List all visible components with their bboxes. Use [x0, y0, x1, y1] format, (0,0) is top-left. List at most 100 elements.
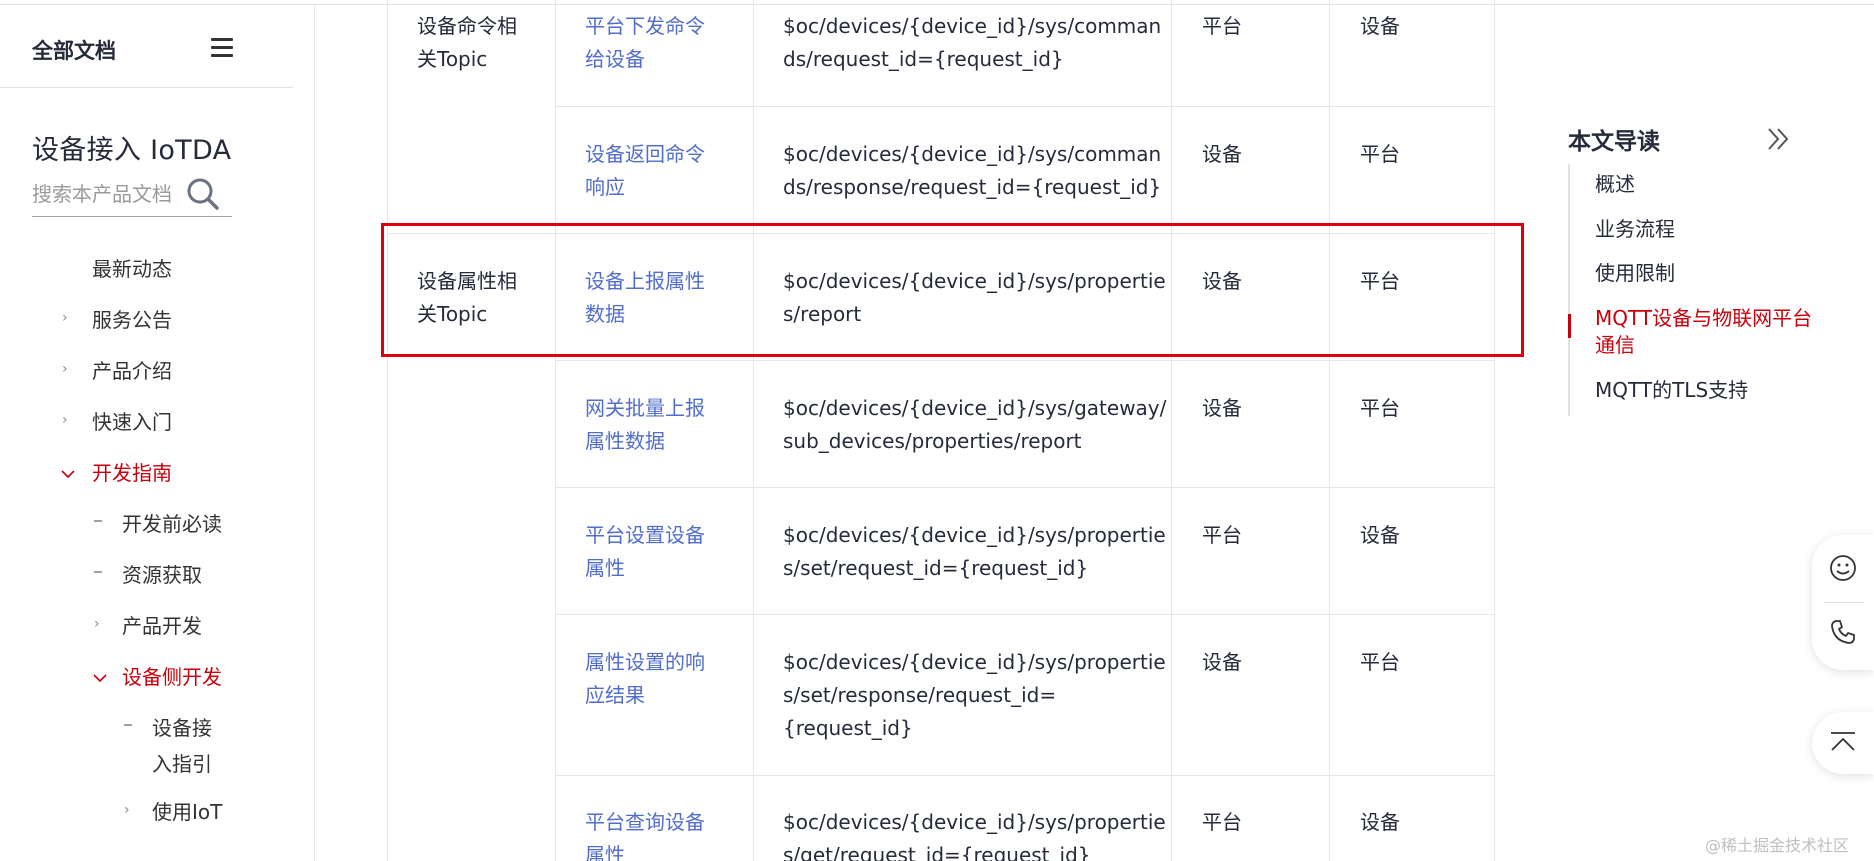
group-label-line1: 设备命令相	[417, 14, 517, 38]
row-divider	[555, 106, 1495, 107]
all-docs-title: 全部文档	[32, 39, 116, 63]
topic-name-link[interactable]: 属性	[585, 839, 625, 861]
back-to-top-icon[interactable]	[1828, 728, 1858, 758]
topic-name-link[interactable]: 响应	[585, 171, 625, 204]
chevron-right-icon[interactable]: ›	[124, 802, 130, 818]
sidebar-item-device-dev[interactable]: 设备侧开发	[122, 661, 222, 690]
table-border-left	[387, 0, 388, 861]
row-divider	[555, 775, 1495, 776]
topic-name-link[interactable]: 数据	[585, 298, 625, 331]
topic-path: s/set/request_id={request_id}	[783, 556, 1089, 580]
sidebar-item-quickstart[interactable]: 快速入门	[92, 406, 172, 435]
topic-path: ds/request_id={request_id}	[783, 47, 1064, 71]
sidebar-item-access-guide-line1[interactable]: 设备接	[152, 712, 212, 741]
sidebar-item-product-intro[interactable]: 产品介绍	[92, 355, 172, 384]
topic-name-link[interactable]: 设备返回命令	[585, 138, 705, 171]
topic-path: $oc/devices/{device_id}/sys/comman	[783, 142, 1162, 166]
topic-name-link[interactable]: 平台设置设备	[585, 519, 705, 552]
row-divider	[555, 614, 1495, 615]
topic-name-link[interactable]: 给设备	[585, 43, 645, 76]
subscriber-cell: 平台	[1360, 269, 1400, 293]
toc-item-limits[interactable]: 使用限制	[1595, 260, 1675, 287]
topic-path: $oc/devices/{device_id}/sys/propertie	[783, 650, 1166, 674]
toc-item-overview[interactable]: 概述	[1595, 171, 1635, 198]
dash-icon	[94, 571, 102, 573]
topic-path: $oc/devices/{device_id}/sys/comman	[783, 14, 1162, 38]
topic-name-link[interactable]: 设备上报属性	[585, 265, 705, 298]
chevron-down-icon[interactable]	[92, 673, 108, 683]
sidebar: 全部文档 设备接入 IoTDA 最新动态 › 服务公告 › 产品介绍 › 快速入…	[0, 5, 315, 861]
phone-icon[interactable]	[1828, 617, 1858, 647]
subscriber-cell: 设备	[1360, 810, 1400, 834]
topic-name-link[interactable]: 属性数据	[585, 425, 665, 458]
sidebar-item-access-guide-line2[interactable]: 入指引	[152, 748, 212, 777]
toc-item-mqtt-tls[interactable]: MQTT的TLS支持	[1595, 377, 1748, 404]
publisher-cell: 设备	[1202, 396, 1242, 420]
row-divider	[555, 487, 1495, 488]
sidebar-item-dev-guide[interactable]: 开发指南	[92, 457, 172, 486]
topic-path: s/get/request_id={request_id}	[783, 843, 1091, 861]
topic-table: 设备命令相 关Topic 设备属性相 关Topic 平台下发命令 给设备 $oc…	[387, 0, 1495, 861]
product-title: 设备接入 IoTDA	[32, 135, 232, 166]
topic-path: s/report	[783, 302, 862, 326]
topic-name-link[interactable]: 应结果	[585, 679, 645, 712]
topic-name-link[interactable]: 属性设置的响	[585, 646, 705, 679]
row-divider	[387, 233, 1495, 234]
topic-path: $oc/devices/{device_id}/sys/gateway/	[783, 396, 1167, 420]
toc-item-mqtt-comm-line2[interactable]: 通信	[1595, 332, 1635, 359]
publisher-cell: 平台	[1202, 523, 1242, 547]
subscriber-cell: 平台	[1360, 142, 1400, 166]
chevron-right-icon[interactable]: ›	[62, 412, 68, 428]
publisher-cell: 平台	[1202, 810, 1242, 834]
publisher-cell: 设备	[1202, 650, 1242, 674]
sidebar-item-before-dev[interactable]: 开发前必读	[122, 508, 222, 537]
subscriber-cell: 平台	[1360, 396, 1400, 420]
sidebar-item-product-dev[interactable]: 产品开发	[122, 610, 202, 639]
toc-active-indicator	[1568, 314, 1571, 338]
dash-icon	[94, 520, 102, 522]
subscriber-cell: 设备	[1360, 523, 1400, 547]
group-label-line1: 设备属性相	[417, 269, 517, 293]
toc-item-mqtt-comm-line1[interactable]: MQTT设备与物联网平台	[1595, 305, 1812, 332]
back-to-top-widget	[1812, 712, 1874, 774]
chevron-right-icon[interactable]: ›	[62, 310, 68, 326]
double-chevron-right-icon[interactable]	[1764, 124, 1794, 154]
chevron-right-icon[interactable]: ›	[62, 361, 68, 377]
topic-name-link[interactable]: 平台下发命令	[585, 10, 705, 43]
topic-path: $oc/devices/{device_id}/sys/propertie	[783, 810, 1166, 834]
column-divider	[1171, 0, 1172, 861]
row-divider	[555, 360, 1495, 361]
toc-title: 本文导读	[1568, 129, 1660, 155]
floating-contact-widget	[1812, 535, 1874, 670]
chevron-right-icon[interactable]: ›	[94, 616, 100, 632]
group-label-line2: 关Topic	[417, 302, 488, 326]
subscriber-cell: 平台	[1360, 650, 1400, 674]
topic-path: ds/response/request_id={request_id}	[783, 175, 1162, 199]
topic-name-link[interactable]: 属性	[585, 552, 625, 585]
sidebar-item-announcements[interactable]: 服务公告	[92, 304, 172, 333]
table-border-right	[1494, 0, 1495, 861]
topic-path: sub_devices/properties/report	[783, 429, 1082, 453]
column-divider	[555, 0, 556, 861]
topic-name-link[interactable]: 平台查询设备	[585, 806, 705, 839]
publisher-cell: 设备	[1202, 269, 1242, 293]
search-icon[interactable]	[186, 177, 220, 211]
sidebar-item-latest[interactable]: 最新动态	[92, 253, 172, 282]
topic-path: s/set/response/request_id=	[783, 683, 1057, 707]
search-input[interactable]	[32, 179, 182, 209]
publisher-cell: 设备	[1202, 142, 1242, 166]
topic-name-link[interactable]: 网关批量上报	[585, 392, 705, 425]
topic-path: $oc/devices/{device_id}/sys/propertie	[783, 523, 1166, 547]
dash-icon	[124, 724, 132, 726]
subscriber-cell: 设备	[1360, 14, 1400, 38]
sidebar-item-use-iot[interactable]: 使用IoT	[152, 796, 222, 825]
search-box	[32, 173, 232, 217]
publisher-cell: 平台	[1202, 14, 1242, 38]
topic-path: {request_id}	[783, 716, 913, 740]
group-label-line2: 关Topic	[417, 47, 488, 71]
toc-item-workflow[interactable]: 业务流程	[1595, 216, 1675, 243]
smiley-feedback-icon[interactable]	[1828, 553, 1858, 583]
chevron-down-icon[interactable]	[60, 469, 76, 479]
menu-icon[interactable]	[211, 38, 233, 58]
sidebar-item-resources[interactable]: 资源获取	[122, 559, 202, 588]
